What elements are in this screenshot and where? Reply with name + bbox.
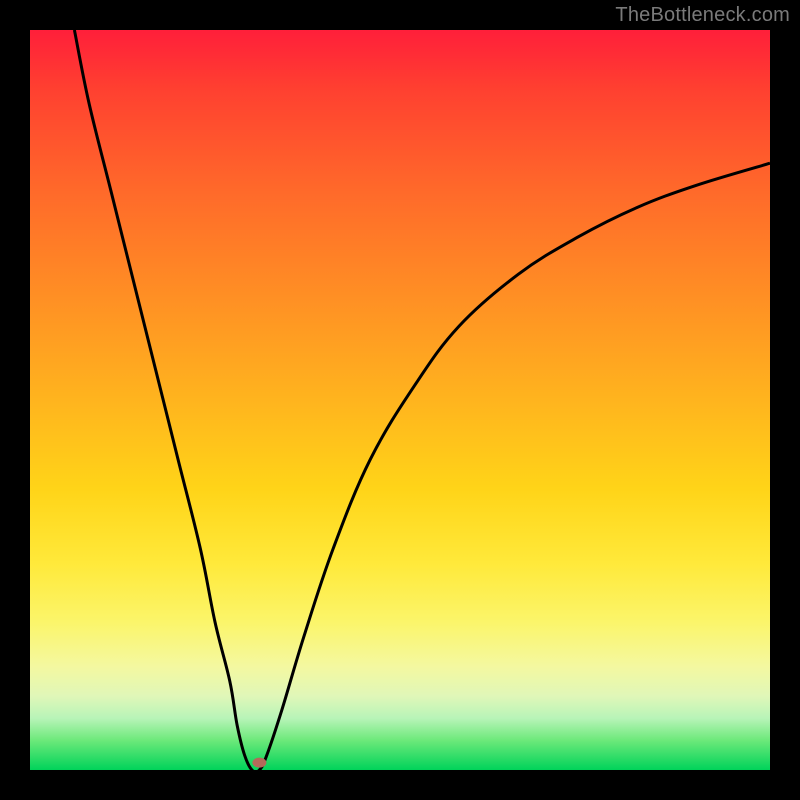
frame-border-left xyxy=(0,0,30,800)
frame-border-bottom xyxy=(0,770,800,800)
watermark-text: TheBottleneck.com xyxy=(615,4,790,27)
frame-border-right xyxy=(770,0,800,800)
curve-minimum-marker xyxy=(252,758,266,768)
bottleneck-curve xyxy=(30,30,770,770)
chart-frame: TheBottleneck.com xyxy=(0,0,800,800)
plot-area xyxy=(30,30,770,770)
